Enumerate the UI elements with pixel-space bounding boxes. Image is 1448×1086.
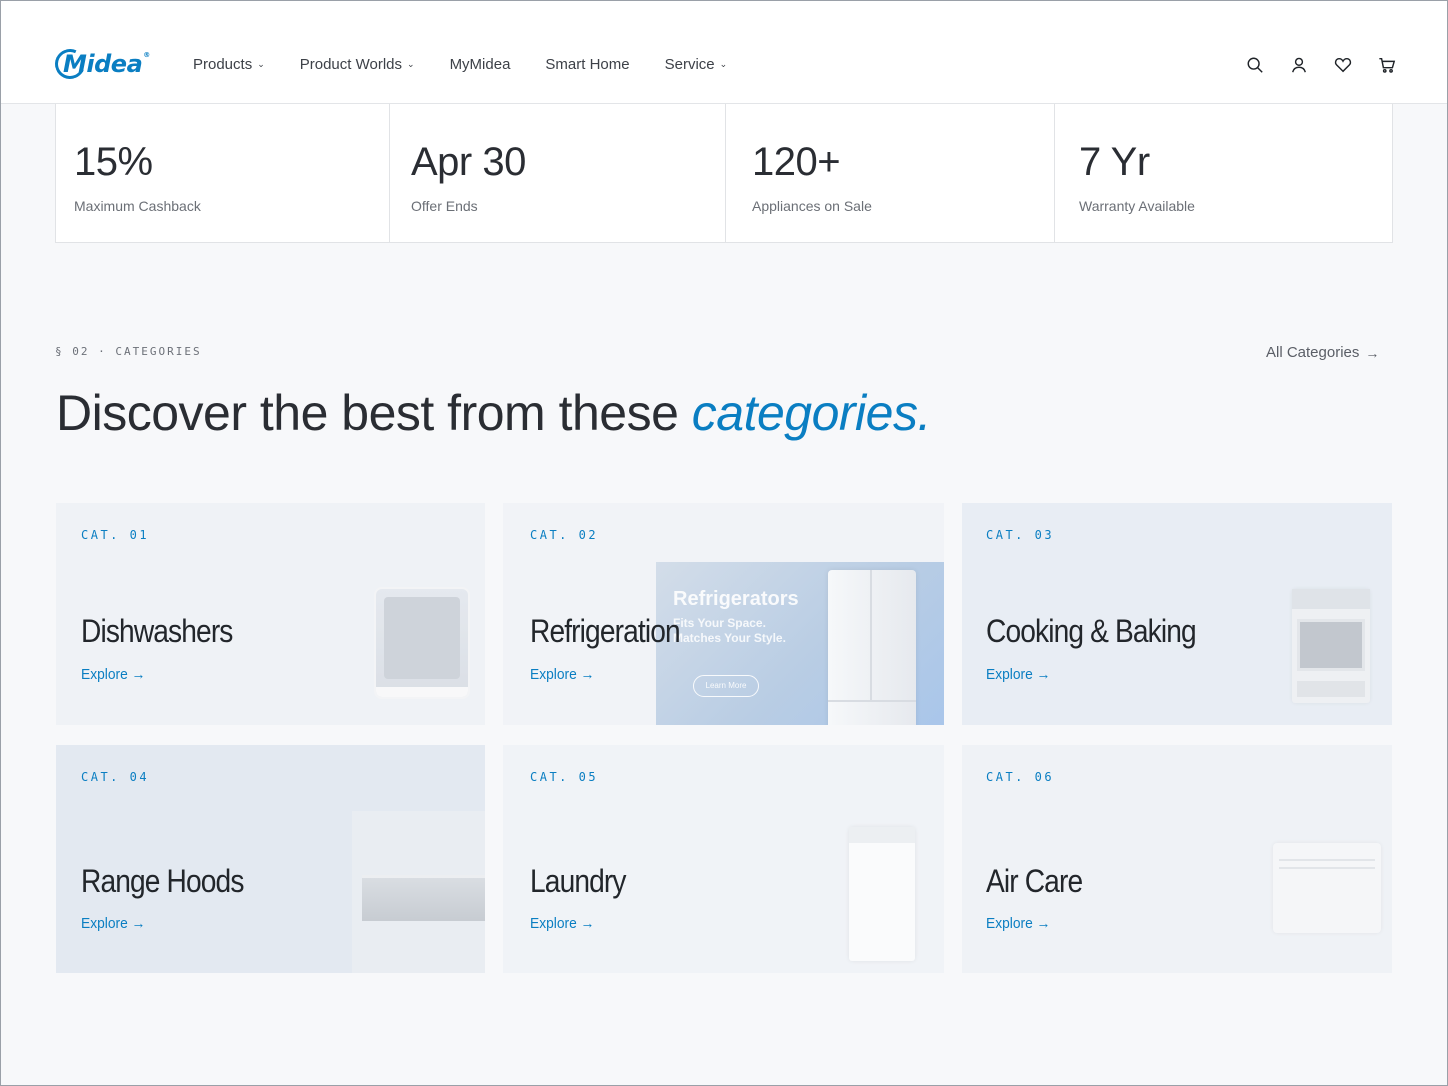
dishwasher-image	[374, 587, 470, 699]
explore-link[interactable]: Explore →	[986, 666, 1050, 683]
stat-label: Warranty Available	[1079, 198, 1195, 214]
section-eyebrow: § 02 · CATEGORIES	[55, 345, 202, 358]
explore-link[interactable]: Explore →	[81, 915, 145, 932]
category-title: Laundry	[530, 863, 626, 899]
promo-learn-more-button[interactable]: Learn More	[693, 675, 759, 697]
explore-link[interactable]: Explore →	[986, 915, 1050, 932]
stat-warranty: 7 Yr Warranty Available	[1055, 104, 1392, 242]
range-hood-image	[362, 875, 485, 921]
nav-mymidea-label: MyMidea	[449, 55, 511, 73]
category-number: CAT. 05	[530, 770, 599, 784]
stat-value: 7 Yr	[1079, 140, 1150, 184]
promo-subtitle: Fits Your Space. Matches Your Style.	[673, 616, 786, 645]
stat-value: Apr 30	[411, 140, 526, 184]
stat-value: 15%	[74, 140, 153, 184]
category-card-range-hoods[interactable]: CAT. 04 Range Hoods Explore →	[56, 745, 485, 973]
category-card-air-care[interactable]: CAT. 06 Air Care Explore →	[962, 745, 1392, 973]
search-icon[interactable]	[1245, 55, 1265, 75]
midea-logo[interactable]: Midea ®	[50, 44, 150, 84]
category-number: CAT. 04	[81, 770, 150, 784]
category-number: CAT. 01	[81, 528, 150, 542]
washer-image	[849, 827, 915, 961]
arrow-right-icon: →	[1365, 344, 1380, 361]
stat-label: Appliances on Sale	[752, 198, 872, 214]
nav-smart-home[interactable]: Smart Home	[545, 53, 629, 75]
explore-link[interactable]: Explore →	[530, 915, 594, 932]
explore-link[interactable]: Explore →	[530, 666, 594, 683]
header-icons	[1245, 55, 1397, 75]
promo-title: Refrigerators	[673, 588, 799, 610]
category-title: Range Hoods	[81, 863, 244, 899]
oven-image	[1292, 589, 1370, 703]
chevron-down-icon: ⌄	[719, 58, 728, 69]
stat-label: Maximum Cashback	[74, 198, 201, 214]
category-number: CAT. 02	[530, 528, 599, 542]
nav-service[interactable]: Service ⌄	[665, 53, 728, 75]
all-categories-link[interactable]: All Categories →	[1266, 344, 1379, 361]
chevron-down-icon: ⌄	[407, 58, 415, 69]
cart-icon[interactable]	[1377, 55, 1397, 75]
stat-cashback: 15% Maximum Cashback	[56, 104, 390, 242]
heart-icon[interactable]	[1333, 55, 1353, 75]
nav-smart-home-label: Smart Home	[545, 55, 630, 73]
chevron-down-icon: ⌄	[257, 58, 265, 69]
category-card-laundry[interactable]: CAT. 05 Laundry Explore →	[503, 745, 944, 973]
category-title: Cooking & Baking	[986, 613, 1197, 649]
refrigerator-promo-banner: Refrigerators Fits Your Space. Matches Y…	[656, 562, 944, 725]
all-categories-label: All Categories	[1266, 344, 1360, 361]
headline-text: Discover the best from these	[56, 385, 692, 441]
nav-products-label: Products	[193, 55, 253, 73]
category-number: CAT. 03	[986, 528, 1055, 542]
offer-stats: 15% Maximum Cashback Apr 30 Offer Ends 1…	[55, 104, 1393, 243]
nav-products[interactable]: Products ⌄	[193, 53, 265, 75]
headline-accent: categories.	[691, 385, 932, 441]
stat-label: Offer Ends	[411, 198, 478, 214]
nav-product-worlds[interactable]: Product Worlds ⌄	[300, 53, 415, 75]
category-title: Dishwashers	[81, 613, 233, 649]
category-number: CAT. 06	[986, 770, 1055, 784]
category-title: Refrigeration	[530, 613, 681, 649]
category-card-dishwashers[interactable]: CAT. 01 Dishwashers Explore →	[56, 503, 485, 725]
stat-offer-ends: Apr 30 Offer Ends	[390, 104, 726, 242]
user-icon[interactable]	[1289, 55, 1309, 75]
site-header: Midea ® Products ⌄ Product Worlds ⌄ MyMi…	[1, 1, 1447, 104]
nav-product-worlds-label: Product Worlds	[299, 55, 403, 73]
category-card-refrigeration[interactable]: CAT. 02 Refrigerators Fits Your Space. M…	[503, 503, 944, 725]
nav-mymidea[interactable]: MyMidea	[450, 53, 511, 75]
main-nav: Products ⌄ Product Worlds ⌄ MyMidea Smar…	[193, 53, 762, 75]
stat-value: 120+	[752, 140, 841, 184]
section-headline: Discover the best from these categories.	[56, 384, 931, 442]
nav-service-label: Service	[664, 55, 715, 73]
air-conditioner-image	[1273, 843, 1381, 933]
category-title: Air Care	[986, 863, 1083, 899]
category-card-cooking-baking[interactable]: CAT. 03 Cooking & Baking Explore →	[962, 503, 1392, 725]
explore-link[interactable]: Explore →	[81, 666, 145, 683]
refrigerator-image	[828, 570, 916, 725]
registered-mark: ®	[143, 51, 150, 59]
stat-appliances: 120+ Appliances on Sale	[726, 104, 1055, 242]
